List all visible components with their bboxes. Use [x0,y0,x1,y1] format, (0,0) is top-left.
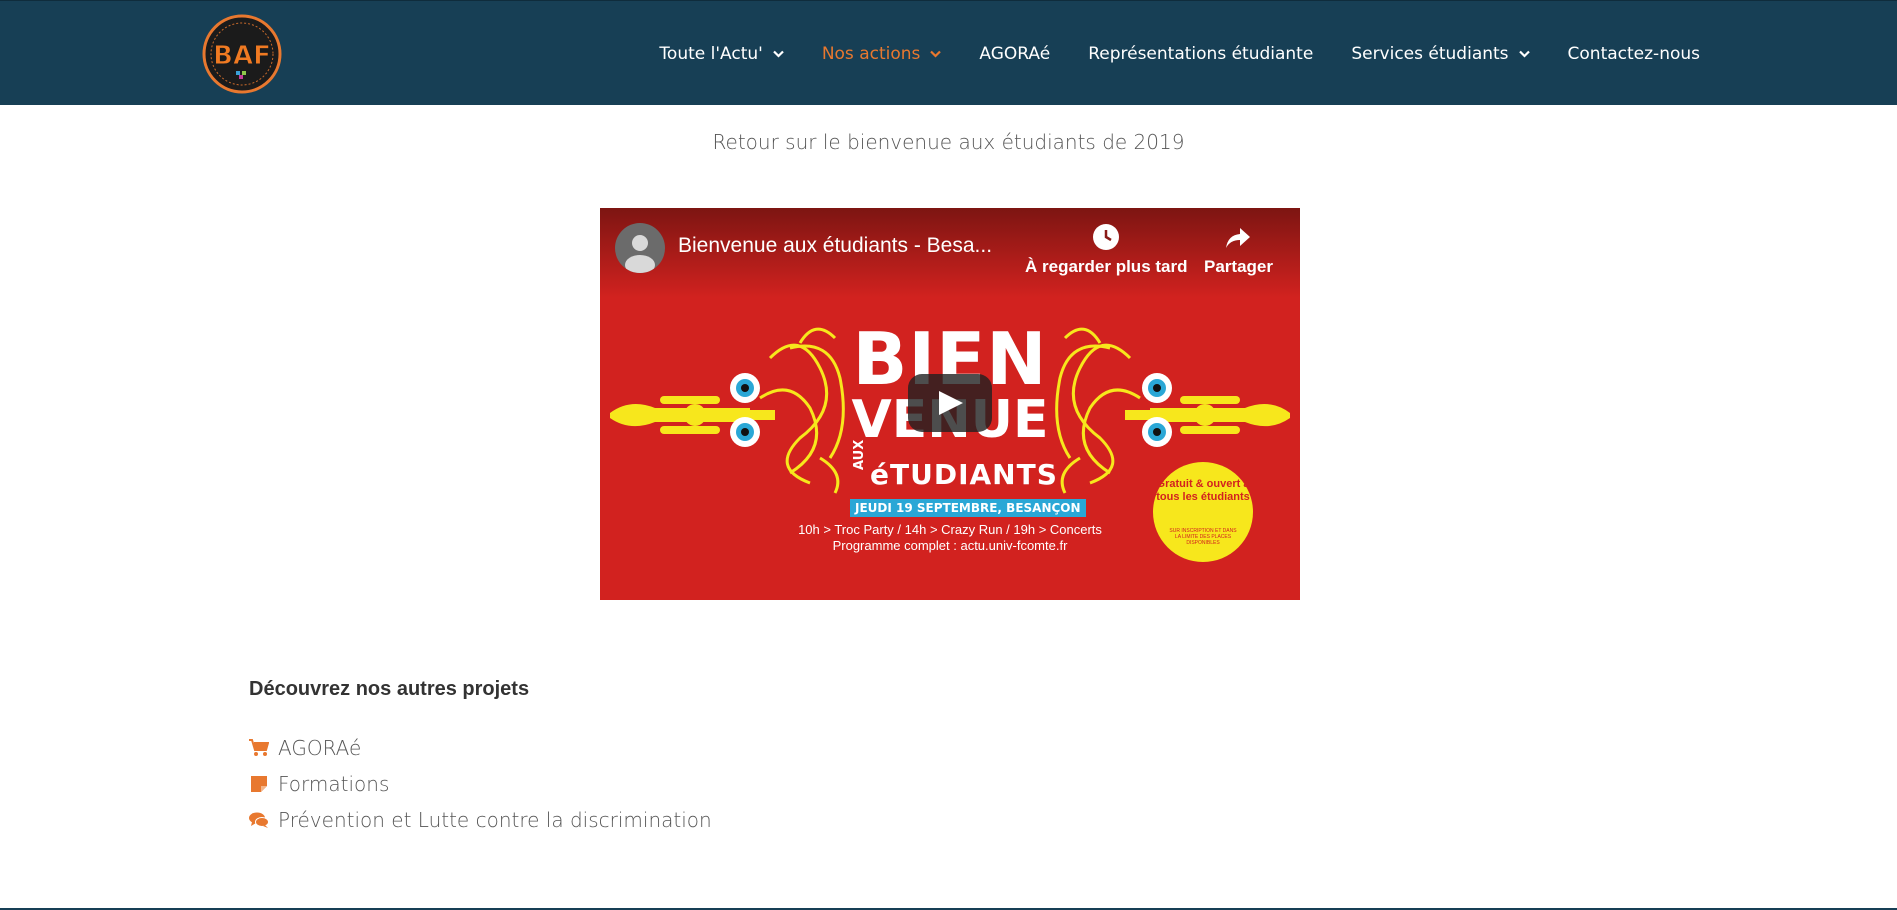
poster-badge: Gratuit & ouvert à tous les étudiants SU… [1153,462,1253,562]
nav-label: Contactez-nous [1567,43,1700,64]
nav-contact[interactable]: Contactez-nous [1568,44,1700,64]
nav-toute-actu[interactable]: Toute l'Actu' [659,43,784,64]
project-item-prevention[interactable]: Prévention et Lutte contre la discrimina… [249,802,712,838]
nav-label: Toute l'Actu' [659,43,763,64]
badge-small-text: SUR INSCRIPTION ET DANS LA LIMITE DES PL… [1169,528,1237,546]
section-subtitle: Retour sur le bienvenue aux étudiants de… [712,130,1185,154]
nav-label: Nos actions [821,43,921,64]
poster-program-line: Programme complet : actu.univ-fcomte.fr [832,538,1068,553]
project-label: Formations [278,772,390,796]
poster-date: JEUDI 19 SEPTEMBRE, BESANÇON [850,499,1086,517]
projects-list: AGORAé Formations Prévention et Lutte co… [249,730,712,838]
nav-label: AGORAé [979,43,1051,64]
project-label: Prévention et Lutte contre la discrimina… [278,808,712,832]
poster-etudiants: éTUDIANTS [870,458,1058,491]
chevron-down-icon [930,50,942,58]
nav-services-etudiants[interactable]: Services étudiants [1351,43,1530,64]
main-nav: Toute l'Actu' Nos actions AGORAé Représe… [659,1,1700,106]
sticky-note-icon [249,774,269,794]
video-title[interactable]: Bienvenue aux étudiants - Besa... [678,234,992,258]
share-icon [1226,228,1251,248]
nav-representations[interactable]: Représentations étudiante [1088,44,1313,64]
project-label: AGORAé [278,736,362,760]
share-label: Partager [1204,257,1273,276]
play-icon [939,391,963,415]
badge-main-text: Gratuit & ouvert à tous les étudiants [1156,478,1250,503]
poster-schedule: 10h > Troc Party / 14h > Crazy Run / 19h… [760,522,1140,554]
project-item-formations[interactable]: Formations [249,766,712,802]
user-icon [625,235,655,273]
chevron-down-icon [1518,50,1530,58]
poster-aux: AUX [852,439,867,470]
site-header: BAF Toute l'Actu' Nos actions AGORAé Rep… [0,0,1897,105]
nav-agorae[interactable]: AGORAé [979,44,1050,64]
project-item-agorae[interactable]: AGORAé [249,730,712,766]
clock-icon [1093,224,1120,250]
watch-later-label: À regarder plus tard [1025,257,1188,276]
nav-label: Représentations étudiante [1088,43,1314,64]
poster-schedule-line: 10h > Troc Party / 14h > Crazy Run / 19h… [798,522,1102,537]
share-button[interactable]: Partager [1204,223,1273,277]
comments-icon [249,810,269,830]
channel-avatar[interactable] [615,223,665,273]
nav-label: Services étudiants [1351,43,1509,64]
baf-logo[interactable]: BAF [198,13,286,95]
play-button[interactable] [908,374,992,432]
chevron-down-icon [773,50,784,58]
svg-text:BAF: BAF [213,41,271,71]
projects-heading: Découvrez nos autres projets [249,678,530,700]
nav-nos-actions[interactable]: Nos actions [822,44,942,64]
youtube-video-embed[interactable]: BIEN VENUE AUX éTUDIANTS JEUDI 19 SEPTEM… [600,208,1300,600]
cart-icon [249,738,269,758]
watch-later-button[interactable]: À regarder plus tard [1025,223,1188,277]
